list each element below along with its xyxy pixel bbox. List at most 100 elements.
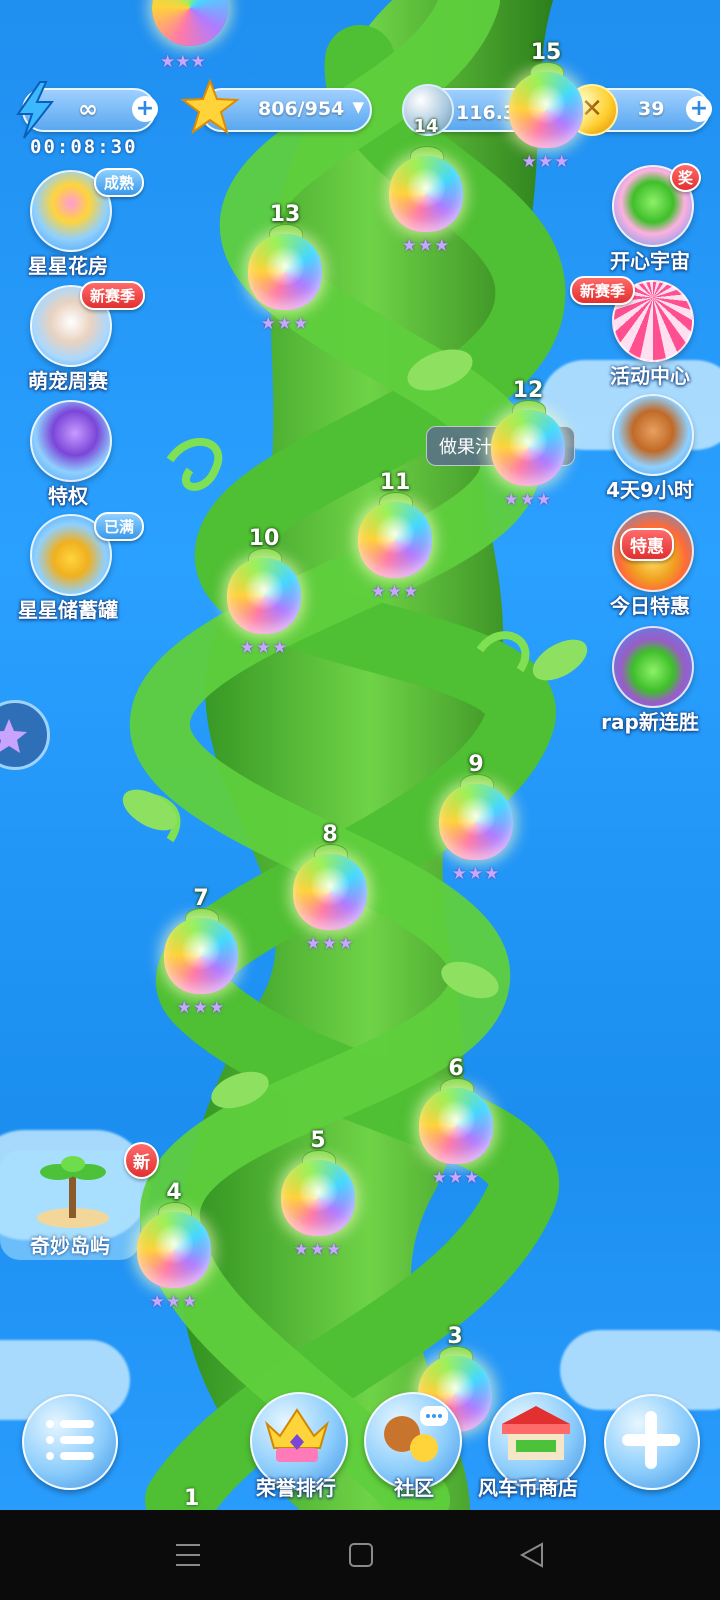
- shop-button[interactable]: 风车币商店: [478, 1392, 592, 1502]
- level-fruit: [281, 1160, 355, 1236]
- star-icon: [180, 78, 240, 135]
- level-stars: ★★★: [521, 152, 571, 172]
- dropdown-icon[interactable]: ▼: [352, 98, 364, 116]
- level-stars: ★★★: [431, 1168, 481, 1188]
- level-fruit: [358, 502, 432, 578]
- level-node-9[interactable]: 9 ★★★: [436, 752, 516, 886]
- floating-star-button[interactable]: [0, 700, 50, 770]
- add-coins-button[interactable]: +: [686, 96, 712, 122]
- side-button-star-greenhouse[interactable]: 星星花房 成熟: [18, 168, 145, 280]
- side-label: 萌宠周赛: [28, 369, 108, 393]
- crown-trophy-icon: [265, 1408, 329, 1462]
- level-fruit: [509, 72, 583, 148]
- level-stars: ★★★: [451, 864, 501, 884]
- level-number: 6: [448, 1056, 464, 1081]
- side-label: 今日特惠: [610, 594, 690, 618]
- level-number: 14: [413, 116, 439, 137]
- add-button[interactable]: [604, 1394, 700, 1490]
- level-node-6[interactable]: 6 ★★★: [416, 1056, 496, 1190]
- star-icon: [0, 719, 27, 753]
- level-stars: ★★★: [503, 490, 553, 510]
- level-stars: ★★★: [293, 1240, 343, 1260]
- home-icon[interactable]: [348, 1540, 374, 1570]
- side-button-privilege[interactable]: 特权: [18, 400, 118, 510]
- level-fruit: [227, 558, 301, 634]
- side-button-happy-universe[interactable]: 开心宇宙 奖: [600, 163, 702, 275]
- side-button-rap-streak[interactable]: rap新连胜: [600, 626, 700, 736]
- side-label: rap新连胜: [601, 710, 699, 734]
- side-button-event-center[interactable]: 活动中心 新赛季: [570, 276, 700, 390]
- status-badge: 成熟: [94, 168, 145, 197]
- level-fruit: [248, 234, 322, 310]
- level-fruit: [491, 410, 565, 486]
- recent-apps-icon[interactable]: [174, 1540, 202, 1570]
- side-label: 活动中心: [610, 364, 690, 388]
- level-number: 7: [193, 886, 209, 911]
- level-stars: ★★★: [370, 582, 420, 602]
- level-fruit: [137, 1212, 211, 1288]
- level-node-13[interactable]: 13 ★★★: [245, 202, 325, 336]
- level-node-12[interactable]: 12 ★★★: [488, 378, 568, 512]
- level-number: 11: [379, 470, 411, 495]
- level-number: 12: [512, 378, 544, 403]
- level-number: 8: [322, 822, 338, 847]
- ranking-button[interactable]: 荣誉排行: [250, 1392, 350, 1502]
- level-fruit: [419, 1088, 493, 1164]
- status-badge: 新赛季: [80, 281, 146, 310]
- level-node-15[interactable]: 15 ★★★: [506, 40, 586, 174]
- shop-label: 风车币商店: [478, 1476, 578, 1500]
- level-number: 5: [310, 1128, 326, 1153]
- side-button-star-piggy-bank[interactable]: 星星储蓄罐 已满: [18, 512, 145, 624]
- menu-button[interactable]: [22, 1394, 118, 1490]
- status-badge: 已满: [94, 512, 145, 541]
- side-label: 星星储蓄罐: [18, 598, 118, 622]
- list-menu-icon: [46, 1416, 96, 1464]
- level-number: 9: [468, 752, 484, 777]
- side-button-pet-weekly[interactable]: 萌宠周赛 新赛季: [18, 281, 146, 395]
- reward-badge: 奖: [670, 163, 702, 192]
- rap-frog-icon: [612, 626, 694, 708]
- owl-star-icon: [30, 400, 112, 482]
- level-stars: ★★★: [305, 934, 355, 954]
- level-node-4[interactable]: 4 ★★★: [134, 1180, 214, 1314]
- bear-juice-icon: [612, 394, 694, 476]
- community-button[interactable]: 社区: [364, 1392, 464, 1502]
- lightning-icon: [16, 81, 55, 139]
- island-button[interactable]: 奇妙岛屿: [0, 1150, 140, 1260]
- status-badge: 新赛季: [570, 276, 636, 305]
- level-number: 13: [269, 202, 301, 227]
- game-screen: ∞ + 00:08:30 806/954 ▼ 116.3万 39 + ✕ 星星花…: [0, 0, 720, 1600]
- market-stall-icon: [502, 1406, 570, 1460]
- coins-value: 39: [638, 98, 665, 120]
- level-number: 1: [184, 1486, 200, 1511]
- community-label: 社区: [394, 1476, 434, 1500]
- level-fruit: [164, 918, 238, 994]
- level-stars: ★★★: [176, 998, 226, 1018]
- system-nav-bar: [0, 1510, 720, 1600]
- community-chat-icon: [384, 1406, 448, 1462]
- level-node-5[interactable]: 5 ★★★: [278, 1128, 358, 1262]
- level-node-7[interactable]: 7 ★★★: [161, 886, 241, 1020]
- side-button-juice-event[interactable]: 4天9小时: [600, 394, 700, 504]
- energy-timer: 00:08:30: [30, 136, 138, 158]
- level-stars: ★★★: [160, 52, 206, 72]
- level-node-8[interactable]: 8 ★★★: [290, 822, 370, 956]
- level-node-10[interactable]: 10 ★★★: [224, 526, 304, 660]
- level-stars: ★★★: [260, 314, 310, 334]
- side-label: 特权: [48, 484, 88, 508]
- level-fruit: [293, 854, 367, 930]
- add-energy-button[interactable]: +: [132, 96, 158, 122]
- new-badge: 新: [124, 1142, 159, 1179]
- island-label: 奇妙岛屿: [30, 1234, 110, 1258]
- back-icon[interactable]: [518, 1540, 546, 1570]
- level-stars: ★★★: [401, 236, 451, 256]
- level-node-14[interactable]: 14 ★★★: [386, 116, 466, 258]
- level-fruit: [389, 156, 463, 232]
- palm-island-icon: [37, 1156, 109, 1228]
- energy-value: ∞: [78, 95, 98, 123]
- side-button-daily-deal[interactable]: 特惠 今日特惠: [600, 510, 700, 620]
- level-number: 4: [166, 1180, 182, 1205]
- side-label: 星星花房: [28, 254, 108, 278]
- level-stars: ★★★: [149, 1292, 199, 1312]
- level-node-11[interactable]: 11 ★★★: [355, 470, 435, 604]
